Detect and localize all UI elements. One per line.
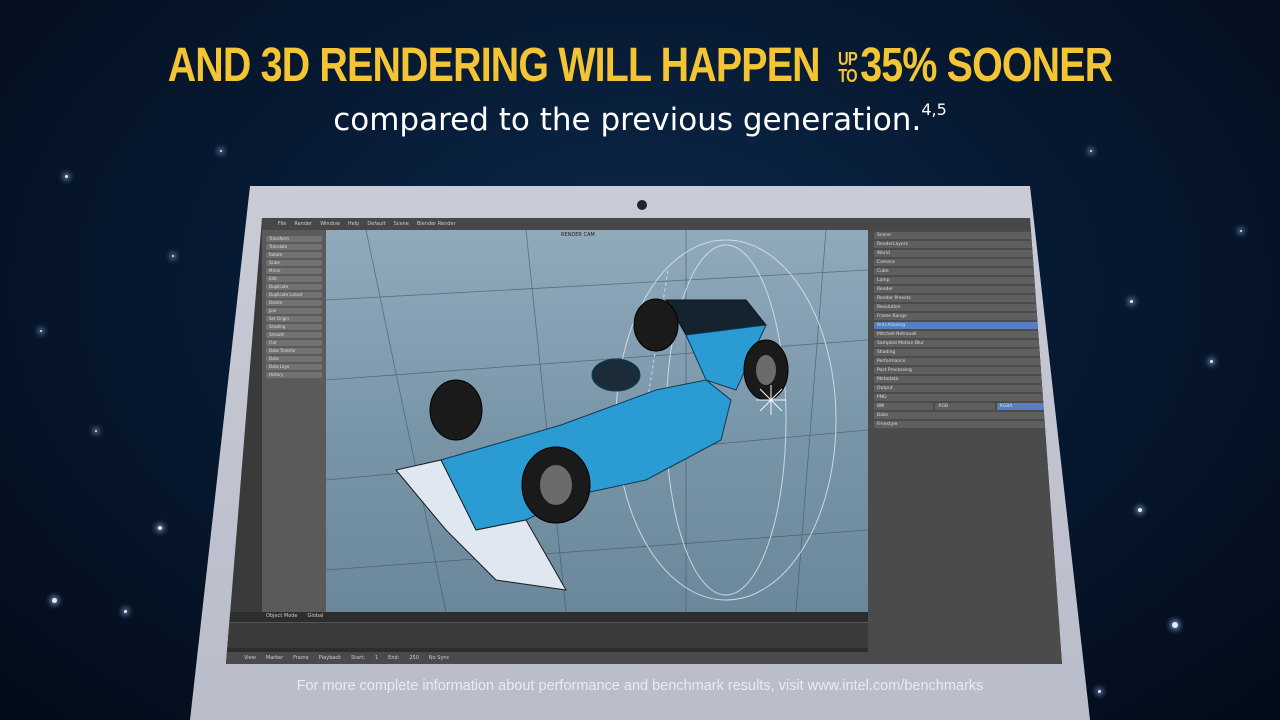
viewport-label: RENDER CAM [561, 232, 595, 238]
rgb-button[interactable]: RGB [935, 403, 995, 410]
panel-header[interactable]: Render [874, 286, 1056, 293]
star [40, 330, 42, 332]
end-field[interactable]: 250 [409, 655, 419, 661]
star [1210, 360, 1213, 363]
filter-select[interactable]: Mitchell-Netravali [874, 331, 1056, 338]
end-label: End: [388, 655, 400, 661]
app-topbar: File Render Window Help Default Scene Bl… [226, 218, 1062, 230]
footer-disclaimer: For more complete information about perf… [296, 678, 984, 694]
start-field[interactable]: 1 [375, 655, 378, 661]
tool-button[interactable]: Scale [266, 260, 322, 266]
star [158, 526, 162, 530]
panel-label: Resolution [874, 304, 1056, 311]
timeline-marker-menu[interactable]: Marker [266, 655, 283, 661]
star [1090, 150, 1092, 152]
viewport-header: Object Mode Global [266, 613, 323, 619]
panel-label: Frame Range [874, 313, 1056, 320]
tool-button[interactable]: Rotate [266, 252, 322, 258]
star [1138, 508, 1142, 512]
timeline-frame-menu[interactable]: Frame [293, 655, 309, 661]
menu-file[interactable]: File [278, 221, 286, 227]
tool-button[interactable]: Set Origin [266, 316, 322, 322]
panel-header[interactable]: Metadata [874, 376, 1056, 383]
webcam-icon [637, 200, 647, 210]
bw-button[interactable]: BW [874, 403, 934, 410]
outliner-item[interactable]: Camera [874, 259, 1056, 266]
start-label: Start: [351, 655, 365, 661]
headline-main: AND 3D RENDERING WILL HAPPEN [167, 39, 821, 92]
star [124, 610, 127, 613]
render-scene [325, 229, 869, 613]
tool-button[interactable]: Smooth [266, 332, 322, 338]
sync-select[interactable]: No Sync [429, 655, 449, 661]
format-select[interactable]: PNG [874, 394, 1056, 401]
star [1172, 622, 1178, 628]
outliner-item[interactable]: Cube [874, 268, 1056, 275]
timeline[interactable]: Object Mode Global View Marker Frame Pla… [226, 612, 868, 664]
menu-help[interactable]: Help [348, 221, 359, 227]
timeline-view-menu[interactable]: View [244, 655, 256, 661]
outliner-item[interactable]: World [874, 250, 1056, 257]
menu-window[interactable]: Window [320, 221, 340, 227]
panel-header[interactable]: Sampled Motion Blur [874, 340, 1056, 347]
tool-button[interactable]: Join [266, 308, 322, 314]
star [52, 598, 57, 603]
aa-toggle[interactable]: Anti-Aliasing [874, 322, 1056, 329]
star [1240, 230, 1242, 232]
orientation-select[interactable]: Global [308, 613, 324, 619]
tool-button: Shading [266, 324, 322, 330]
panel-header[interactable]: Post Processing [874, 367, 1056, 374]
star [1130, 300, 1133, 303]
outliner-item[interactable]: Lamp [874, 277, 1056, 284]
tool-button[interactable]: Translate [266, 244, 322, 250]
3d-viewport[interactable]: RENDER CAM [325, 229, 869, 613]
tool-button: Data Transfer [266, 348, 322, 354]
tool-button[interactable]: Mirror [266, 268, 322, 274]
timeline-playback-menu[interactable]: Playback [319, 655, 341, 661]
tool-button[interactable]: Duplicate Linked [266, 292, 322, 298]
star [65, 175, 68, 178]
properties-panel: Scene RenderLayers World Camera Cube Lam… [868, 230, 1062, 664]
tool-button[interactable]: Data [266, 356, 322, 362]
timeline-header: View Marker Frame Playback Start: 1 End:… [226, 652, 868, 664]
panel-header[interactable]: Freestyle [874, 421, 1056, 428]
tool-button[interactable]: Delete [266, 300, 322, 306]
lamp-icon [756, 385, 786, 415]
tool-shelf: Transform Translate Rotate Scale Mirror … [262, 230, 326, 612]
headline-upto: UP TO [838, 49, 858, 87]
panel-header[interactable]: Output [874, 385, 1056, 392]
laptop-screen: File Render Window Help Default Scene Bl… [226, 218, 1062, 664]
scene-select[interactable]: Scene [394, 221, 409, 227]
headline: AND 3D RENDERING WILL HAPPEN UP TO 35% SOO… [115, 38, 1165, 94]
tool-button[interactable]: Duplicate [266, 284, 322, 290]
subheadline-text: compared to the previous generation. [333, 102, 922, 138]
star [220, 150, 222, 152]
subheadline: compared to the previous generation.4,5 [0, 100, 1280, 138]
tool-button[interactable]: History [266, 372, 322, 378]
headline-highlight: 35% SOONER [860, 39, 1113, 92]
tool-button: Edit [266, 276, 322, 282]
star [172, 255, 174, 257]
star [95, 430, 97, 432]
engine-select[interactable]: Blender Render [417, 221, 456, 227]
race-car [395, 298, 789, 591]
layout-select[interactable]: Default [367, 221, 385, 227]
outliner-scene[interactable]: Scene [874, 232, 1056, 239]
timeline-ruler[interactable] [226, 622, 868, 648]
tool-button[interactable]: Data Layo [266, 364, 322, 370]
panel-header[interactable]: Performance [874, 358, 1056, 365]
outliner-item[interactable]: RenderLayers [874, 241, 1056, 248]
mode-select[interactable]: Object Mode [266, 613, 298, 619]
panel-header[interactable]: Shading [874, 349, 1056, 356]
panel-header[interactable]: Bake [874, 412, 1056, 419]
color-mode-group: BW RGB RGBA [874, 403, 1056, 410]
menu-render[interactable]: Render [294, 221, 312, 227]
presets-select[interactable]: Render Presets [874, 295, 1056, 302]
tool-button[interactable]: Flat [266, 340, 322, 346]
footnote-marker: 4,5 [921, 100, 947, 119]
tool-button: Transform [266, 236, 322, 242]
